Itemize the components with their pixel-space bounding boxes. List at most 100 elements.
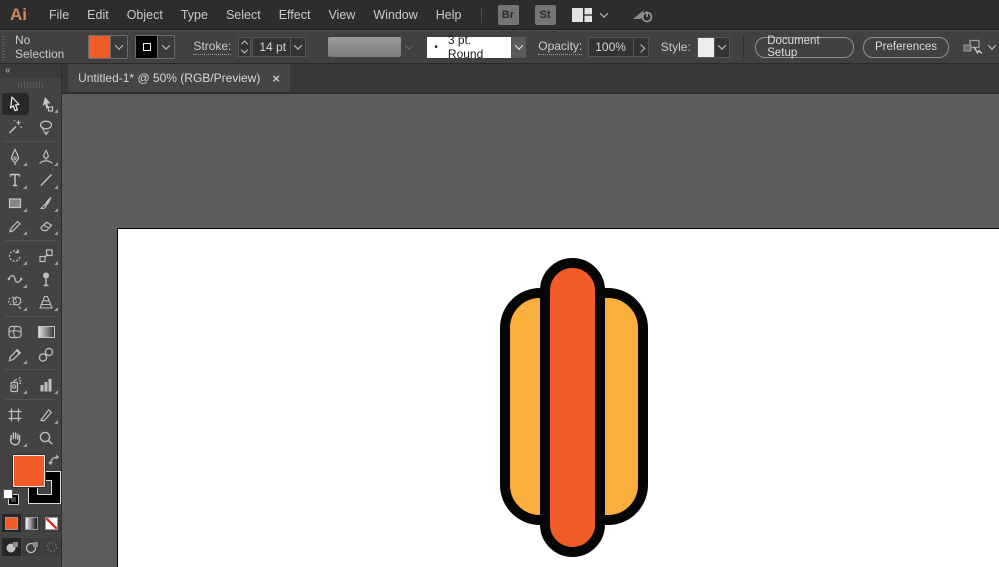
stroke-color-swatch[interactable] [136, 36, 159, 58]
tool-group-divider [5, 399, 56, 400]
paintbrush-tool[interactable] [33, 192, 60, 214]
document-tab[interactable]: Untitled-1* @ 50% (RGB/Preview) × [68, 64, 290, 92]
brush-definition-dropdown[interactable]: • 3 pt. Round [427, 33, 512, 61]
swap-fill-stroke-button[interactable] [48, 454, 61, 472]
stroke-weight-label[interactable]: Stroke: [193, 39, 232, 55]
tools-panel: « [0, 64, 62, 567]
puppet-warp-tool[interactable] [33, 268, 60, 290]
artboard-tool[interactable] [2, 404, 29, 426]
opacity-label[interactable]: Opacity: [538, 39, 583, 55]
default-fill-stroke-button[interactable] [3, 489, 19, 505]
chevron-down-icon[interactable] [111, 40, 127, 54]
menu-object[interactable]: Object [118, 8, 172, 22]
style-swatch[interactable] [696, 36, 716, 58]
scale-tool[interactable] [33, 245, 60, 267]
workspace-switcher[interactable] [571, 7, 611, 22]
stepper-down-icon[interactable] [238, 48, 252, 57]
tool-group-divider [5, 316, 56, 317]
rectangle-tool[interactable] [2, 192, 29, 214]
opacity-field[interactable]: 100% [588, 37, 634, 57]
width-tool[interactable] [2, 268, 29, 290]
draw-inside-button[interactable] [42, 538, 61, 556]
menu-type[interactable]: Type [172, 8, 217, 22]
fill-color-swatch[interactable] [89, 36, 112, 58]
brush-dropdown-button[interactable] [511, 36, 527, 58]
hotdog-sausage-shape[interactable] [540, 258, 605, 557]
magic-wand-icon [8, 119, 23, 134]
menu-edit[interactable]: Edit [78, 8, 118, 22]
chevron-down-icon [291, 40, 305, 54]
menu-effect[interactable]: Effect [270, 8, 320, 22]
gpu-performance-button[interactable] [629, 6, 655, 24]
mesh-tool[interactable] [2, 321, 29, 343]
tools-panel-grip[interactable] [17, 82, 44, 88]
stroke-color-control[interactable] [135, 35, 176, 59]
fill-color-control[interactable] [88, 35, 129, 59]
select-similar-control[interactable] [961, 39, 999, 56]
variable-width-profile-preview[interactable] [327, 37, 402, 57]
magic-wand-tool[interactable] [2, 116, 29, 138]
shape-builder-tool[interactable] [2, 291, 29, 313]
draw-behind-button[interactable] [22, 538, 41, 556]
stroke-weight-dropdown[interactable] [290, 37, 306, 57]
pencil-icon [9, 220, 21, 233]
menu-file[interactable]: File [40, 8, 78, 22]
menu-help[interactable]: Help [427, 8, 471, 22]
gpu-performance-icon [632, 9, 652, 22]
control-bar: No Selection Stroke: 14 pt • 3 pt. Round… [0, 30, 999, 64]
draw-normal-button[interactable] [2, 538, 21, 556]
type-tool[interactable] [2, 169, 29, 191]
symbol-sprayer-tool[interactable] [2, 374, 29, 396]
tool-group-divider [5, 240, 56, 241]
color-button[interactable] [2, 514, 21, 532]
zoom-tool[interactable] [33, 427, 60, 449]
selection-tool[interactable] [1, 93, 29, 115]
opacity-expand-button[interactable] [633, 37, 649, 57]
column-graph-tool[interactable] [33, 374, 60, 396]
direct-selection-tool[interactable] [33, 93, 60, 115]
lasso-icon [39, 120, 53, 136]
pencil-tool[interactable] [2, 215, 29, 237]
tools-panel-header[interactable]: « [0, 64, 61, 78]
stepper-up-icon[interactable] [238, 38, 252, 47]
slice-tool[interactable] [33, 404, 60, 426]
blend-tool[interactable] [33, 344, 60, 366]
document-canvas[interactable] [62, 94, 999, 567]
fill-color-box[interactable] [13, 455, 45, 487]
gradient-button[interactable] [22, 514, 41, 532]
menu-select[interactable]: Select [217, 8, 270, 22]
none-button[interactable] [42, 514, 61, 532]
chevron-down-icon[interactable] [985, 40, 999, 54]
draw-behind-icon [25, 542, 38, 554]
stroke-weight-field[interactable]: 14 pt [252, 37, 291, 57]
curvature-icon [39, 149, 53, 164]
document-setup-button[interactable]: Document Setup [755, 35, 854, 59]
pen-tool[interactable] [2, 146, 29, 168]
stroke-weight-stepper[interactable] [238, 37, 252, 57]
perspective-grid-icon [39, 295, 53, 309]
menu-view[interactable]: View [319, 8, 364, 22]
puppet-warp-icon [43, 272, 49, 287]
style-dropdown-button[interactable] [715, 36, 731, 58]
hand-tool[interactable] [2, 427, 29, 449]
menu-window[interactable]: Window [364, 8, 426, 22]
curvature-tool[interactable] [33, 146, 60, 168]
stock-button[interactable]: St [534, 4, 556, 25]
preferences-button[interactable]: Preferences [862, 36, 949, 58]
rotate-tool[interactable] [2, 245, 29, 267]
tab-close-button[interactable]: × [272, 72, 280, 85]
document-tab-bar: Untitled-1* @ 50% (RGB/Preview) × [62, 64, 999, 94]
line-segment-tool[interactable] [33, 169, 60, 191]
lasso-tool[interactable] [33, 116, 60, 138]
eyedropper-tool[interactable] [2, 344, 29, 366]
menu-separator [480, 6, 482, 23]
gradient-icon [37, 326, 55, 338]
chevron-down-icon[interactable] [158, 40, 174, 54]
bridge-button[interactable]: Br [497, 4, 519, 25]
default-fill-icon [3, 489, 13, 499]
perspective-grid-tool[interactable] [33, 291, 60, 313]
collapse-panel-icon[interactable]: « [5, 65, 11, 76]
gradient-tool[interactable] [33, 321, 60, 343]
eraser-tool[interactable] [33, 215, 60, 237]
control-bar-grip[interactable] [0, 32, 7, 62]
